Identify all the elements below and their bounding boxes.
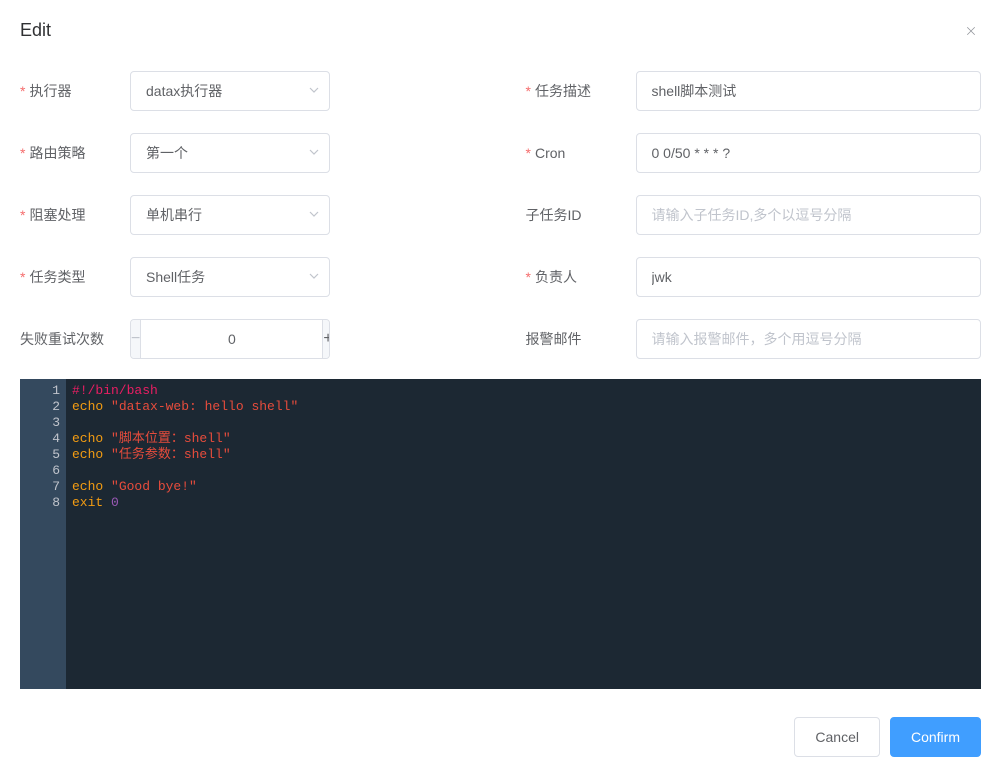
chevron-down-icon <box>308 207 320 223</box>
code-area[interactable]: #!/bin/bashecho "datax-web: hello shell"… <box>66 379 981 689</box>
label-route-strategy: 路由策略 <box>20 143 130 163</box>
field-cron: Cron <box>526 133 982 173</box>
field-executor: 执行器 datax执行器 <box>20 71 476 111</box>
label-executor: 执行器 <box>20 81 130 101</box>
label-task-type: 任务类型 <box>20 267 130 287</box>
input-cron[interactable] <box>636 133 982 173</box>
line-number: 4 <box>20 431 60 447</box>
line-number: 2 <box>20 399 60 415</box>
code-line: exit 0 <box>72 495 975 511</box>
edit-dialog: Edit 执行器 datax执行器 任务描述 路由策略 <box>0 0 1001 777</box>
dialog-header: Edit <box>20 20 981 41</box>
code-line <box>72 463 975 479</box>
select-route-strategy-value: 第一个 <box>146 143 188 163</box>
line-number: 3 <box>20 415 60 431</box>
retry-decrement-button[interactable]: − <box>131 320 141 358</box>
label-cron: Cron <box>526 145 636 161</box>
select-block-strategy[interactable]: 单机串行 <box>130 195 330 235</box>
line-number: 1 <box>20 383 60 399</box>
field-route-strategy: 路由策略 第一个 <box>20 133 476 173</box>
input-alarm-email[interactable] <box>636 319 982 359</box>
dialog-footer: Cancel Confirm <box>20 717 981 757</box>
field-child-task: 子任务ID <box>526 195 982 235</box>
retry-increment-button[interactable]: + <box>322 320 330 358</box>
cancel-button[interactable]: Cancel <box>794 717 880 757</box>
label-owner: 负责人 <box>526 267 636 287</box>
input-owner[interactable] <box>636 257 982 297</box>
select-route-strategy[interactable]: 第一个 <box>130 133 330 173</box>
label-block-strategy: 阻塞处理 <box>20 205 130 225</box>
select-task-type[interactable]: Shell任务 <box>130 257 330 297</box>
field-description: 任务描述 <box>526 71 982 111</box>
input-retry-count[interactable] <box>141 320 322 358</box>
select-executor[interactable]: datax执行器 <box>130 71 330 111</box>
select-task-type-value: Shell任务 <box>146 267 205 287</box>
select-block-strategy-value: 单机串行 <box>146 205 202 225</box>
chevron-down-icon <box>308 145 320 161</box>
field-alarm-email: 报警邮件 <box>526 319 982 359</box>
chevron-down-icon <box>308 269 320 285</box>
label-alarm-email: 报警邮件 <box>526 329 636 349</box>
line-number: 5 <box>20 447 60 463</box>
code-line: echo "Good bye!" <box>72 479 975 495</box>
dialog-title: Edit <box>20 20 51 41</box>
field-block-strategy: 阻塞处理 单机串行 <box>20 195 476 235</box>
line-number: 6 <box>20 463 60 479</box>
confirm-button[interactable]: Confirm <box>890 717 981 757</box>
code-line: #!/bin/bash <box>72 383 975 399</box>
field-task-type: 任务类型 Shell任务 <box>20 257 476 297</box>
close-icon[interactable] <box>961 21 981 41</box>
line-gutter: 12345678 <box>20 379 66 689</box>
code-line: echo "任务参数：shell" <box>72 447 975 463</box>
select-executor-value: datax执行器 <box>146 81 222 101</box>
code-line: echo "datax-web: hello shell" <box>72 399 975 415</box>
number-retry-count: − + <box>130 319 330 359</box>
input-description[interactable] <box>636 71 982 111</box>
code-line <box>72 415 975 431</box>
field-retry-count: 失败重试次数 − + <box>20 319 476 359</box>
chevron-down-icon <box>308 83 320 99</box>
code-line: echo "脚本位置：shell" <box>72 431 975 447</box>
field-owner: 负责人 <box>526 257 982 297</box>
line-number: 7 <box>20 479 60 495</box>
input-child-task[interactable] <box>636 195 982 235</box>
code-editor[interactable]: 12345678 #!/bin/bashecho "datax-web: hel… <box>20 379 981 689</box>
line-number: 8 <box>20 495 60 511</box>
label-retry-count: 失败重试次数 <box>20 329 130 349</box>
label-description: 任务描述 <box>526 81 636 101</box>
form: 执行器 datax执行器 任务描述 路由策略 第一个 <box>20 71 981 359</box>
label-child-task: 子任务ID <box>526 205 636 225</box>
